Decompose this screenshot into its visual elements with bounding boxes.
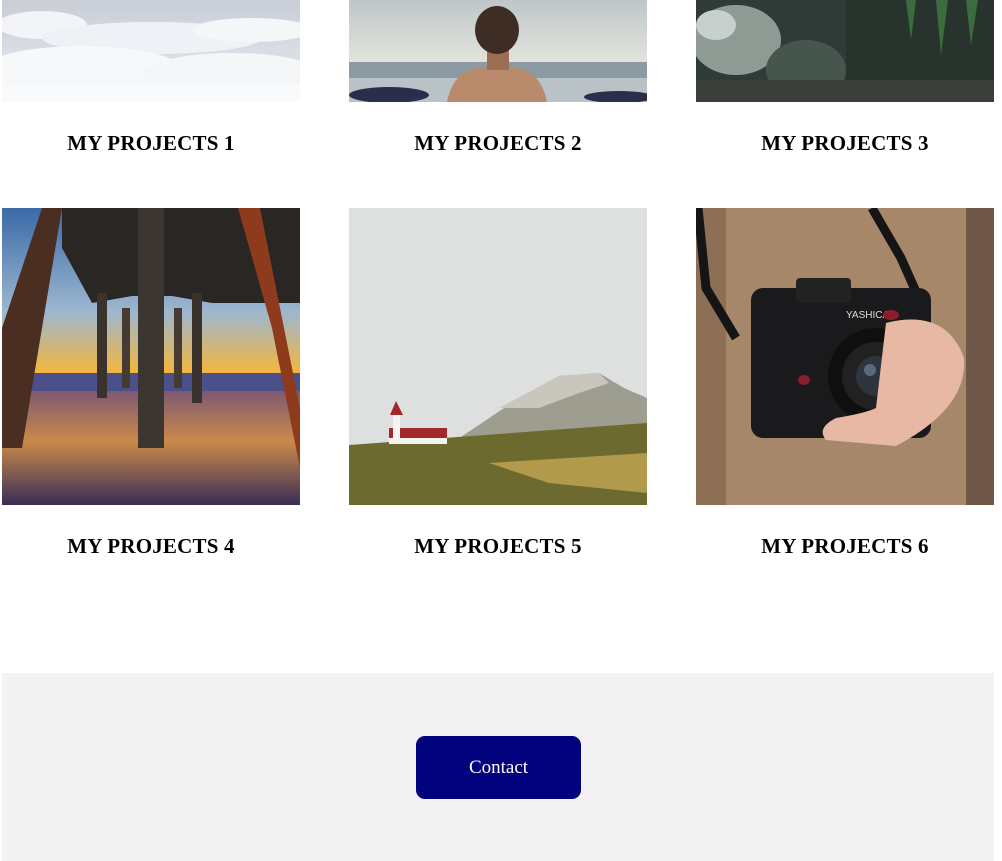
project-3-image[interactable] — [696, 0, 994, 102]
project-4-image[interactable] — [2, 208, 300, 505]
project-1-title[interactable]: My Projects 1 — [2, 131, 300, 156]
contact-button[interactable]: Contact — [416, 736, 581, 799]
project-5-image[interactable] — [349, 208, 647, 505]
footer: Contact — [2, 673, 994, 861]
project-6-image[interactable]: YASHICA — [696, 208, 994, 505]
svg-text:YASHICA: YASHICA — [846, 310, 889, 321]
project-2-image[interactable] — [349, 0, 647, 102]
project-6-title[interactable]: My Projects 6 — [696, 534, 994, 559]
project-4-title[interactable]: My Projects 4 — [2, 534, 300, 559]
project-2-title[interactable]: My Projects 2 — [349, 131, 647, 156]
project-5-title[interactable]: My Projects 5 — [349, 534, 647, 559]
project-1-image[interactable] — [2, 0, 300, 102]
project-3-title[interactable]: My Projects 3 — [696, 131, 994, 156]
